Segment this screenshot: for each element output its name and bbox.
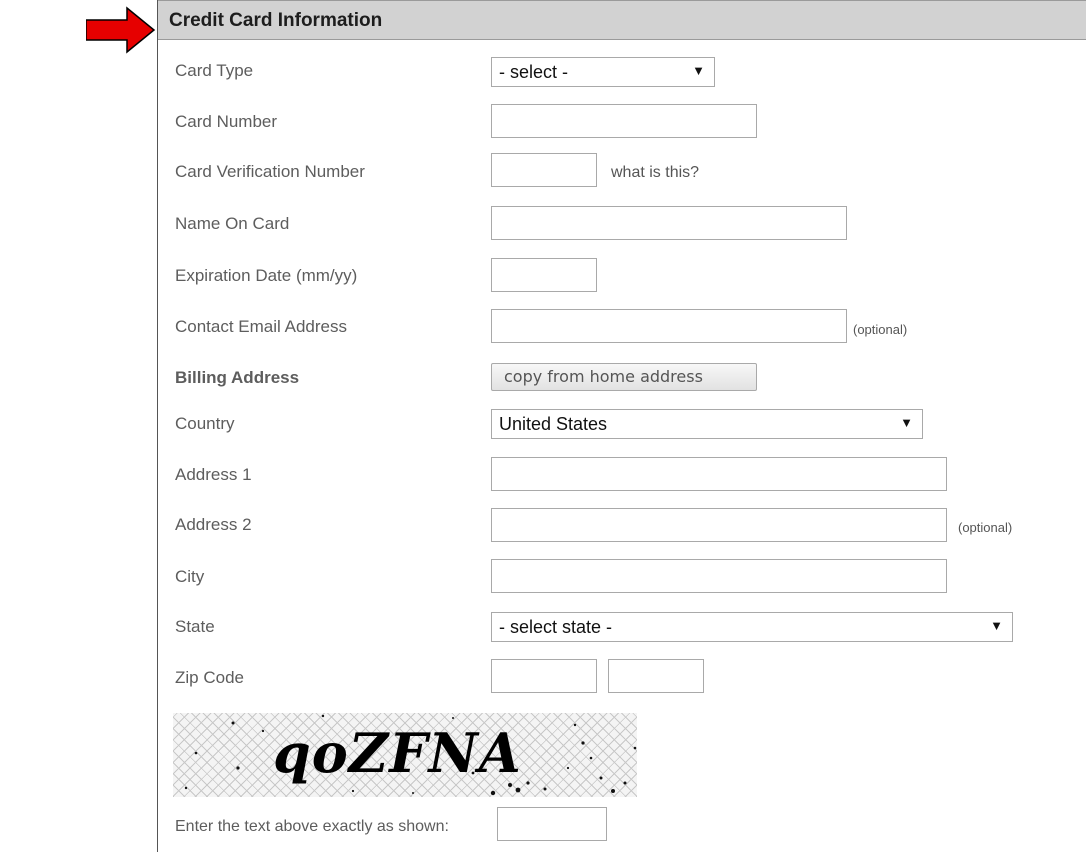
billing-address-label: Billing Address — [175, 368, 300, 387]
credit-card-form: Credit Card Information Card Type - sele… — [157, 0, 1086, 852]
card-type-value: - select - — [499, 62, 569, 82]
card-type-label: Card Type — [175, 61, 254, 80]
state-select[interactable]: - select state - ▼ — [491, 612, 1013, 642]
expiration-label: Expiration Date (mm/yy) — [175, 266, 358, 285]
caret-down-icon: ▼ — [692, 63, 705, 78]
caret-down-icon: ▼ — [900, 415, 913, 430]
address2-input[interactable] — [491, 508, 947, 542]
address2-optional-note: (optional) — [958, 520, 1013, 535]
zip-code-input[interactable] — [491, 659, 597, 693]
country-select[interactable]: United States ▼ — [491, 409, 923, 439]
email-input[interactable] — [491, 309, 847, 343]
email-label: Contact Email Address — [175, 317, 347, 336]
state-label: State — [175, 617, 215, 636]
email-optional-note: (optional) — [853, 322, 908, 337]
country-value: United States — [499, 414, 608, 434]
zip-code-label: Zip Code — [175, 668, 244, 687]
address1-label: Address 1 — [175, 465, 252, 484]
section-header: Credit Card Information — [158, 0, 1086, 40]
copy-home-address-button[interactable]: copy from home address — [491, 363, 757, 391]
cvn-label: Card Verification Number — [175, 162, 365, 181]
captcha-image: qoZFNA — [173, 713, 637, 797]
name-on-card-input[interactable] — [491, 206, 847, 240]
card-number-input[interactable] — [491, 104, 757, 138]
city-input[interactable] — [491, 559, 947, 593]
card-type-select[interactable]: - select - ▼ — [491, 57, 715, 87]
right-arrow-icon — [86, 6, 156, 54]
state-value: - select state - — [499, 617, 613, 637]
zip-extension-input[interactable] — [608, 659, 704, 693]
captcha-code: qoZFNA — [273, 721, 522, 785]
captcha-prompt: Enter the text above exactly as shown: — [175, 818, 449, 835]
caret-down-icon: ▼ — [990, 618, 1003, 633]
address1-input[interactable] — [491, 457, 947, 491]
section-title: Credit Card Information — [169, 10, 383, 31]
captcha-input[interactable] — [497, 807, 607, 841]
city-label: City — [175, 567, 205, 586]
expiration-input[interactable] — [491, 258, 597, 292]
country-label: Country — [175, 414, 235, 433]
name-on-card-label: Name On Card — [175, 214, 290, 233]
card-number-label: Card Number — [175, 112, 278, 131]
what-is-this-link[interactable]: what is this? — [611, 164, 699, 182]
cvn-input[interactable] — [491, 153, 597, 187]
address2-label: Address 2 — [175, 515, 252, 534]
